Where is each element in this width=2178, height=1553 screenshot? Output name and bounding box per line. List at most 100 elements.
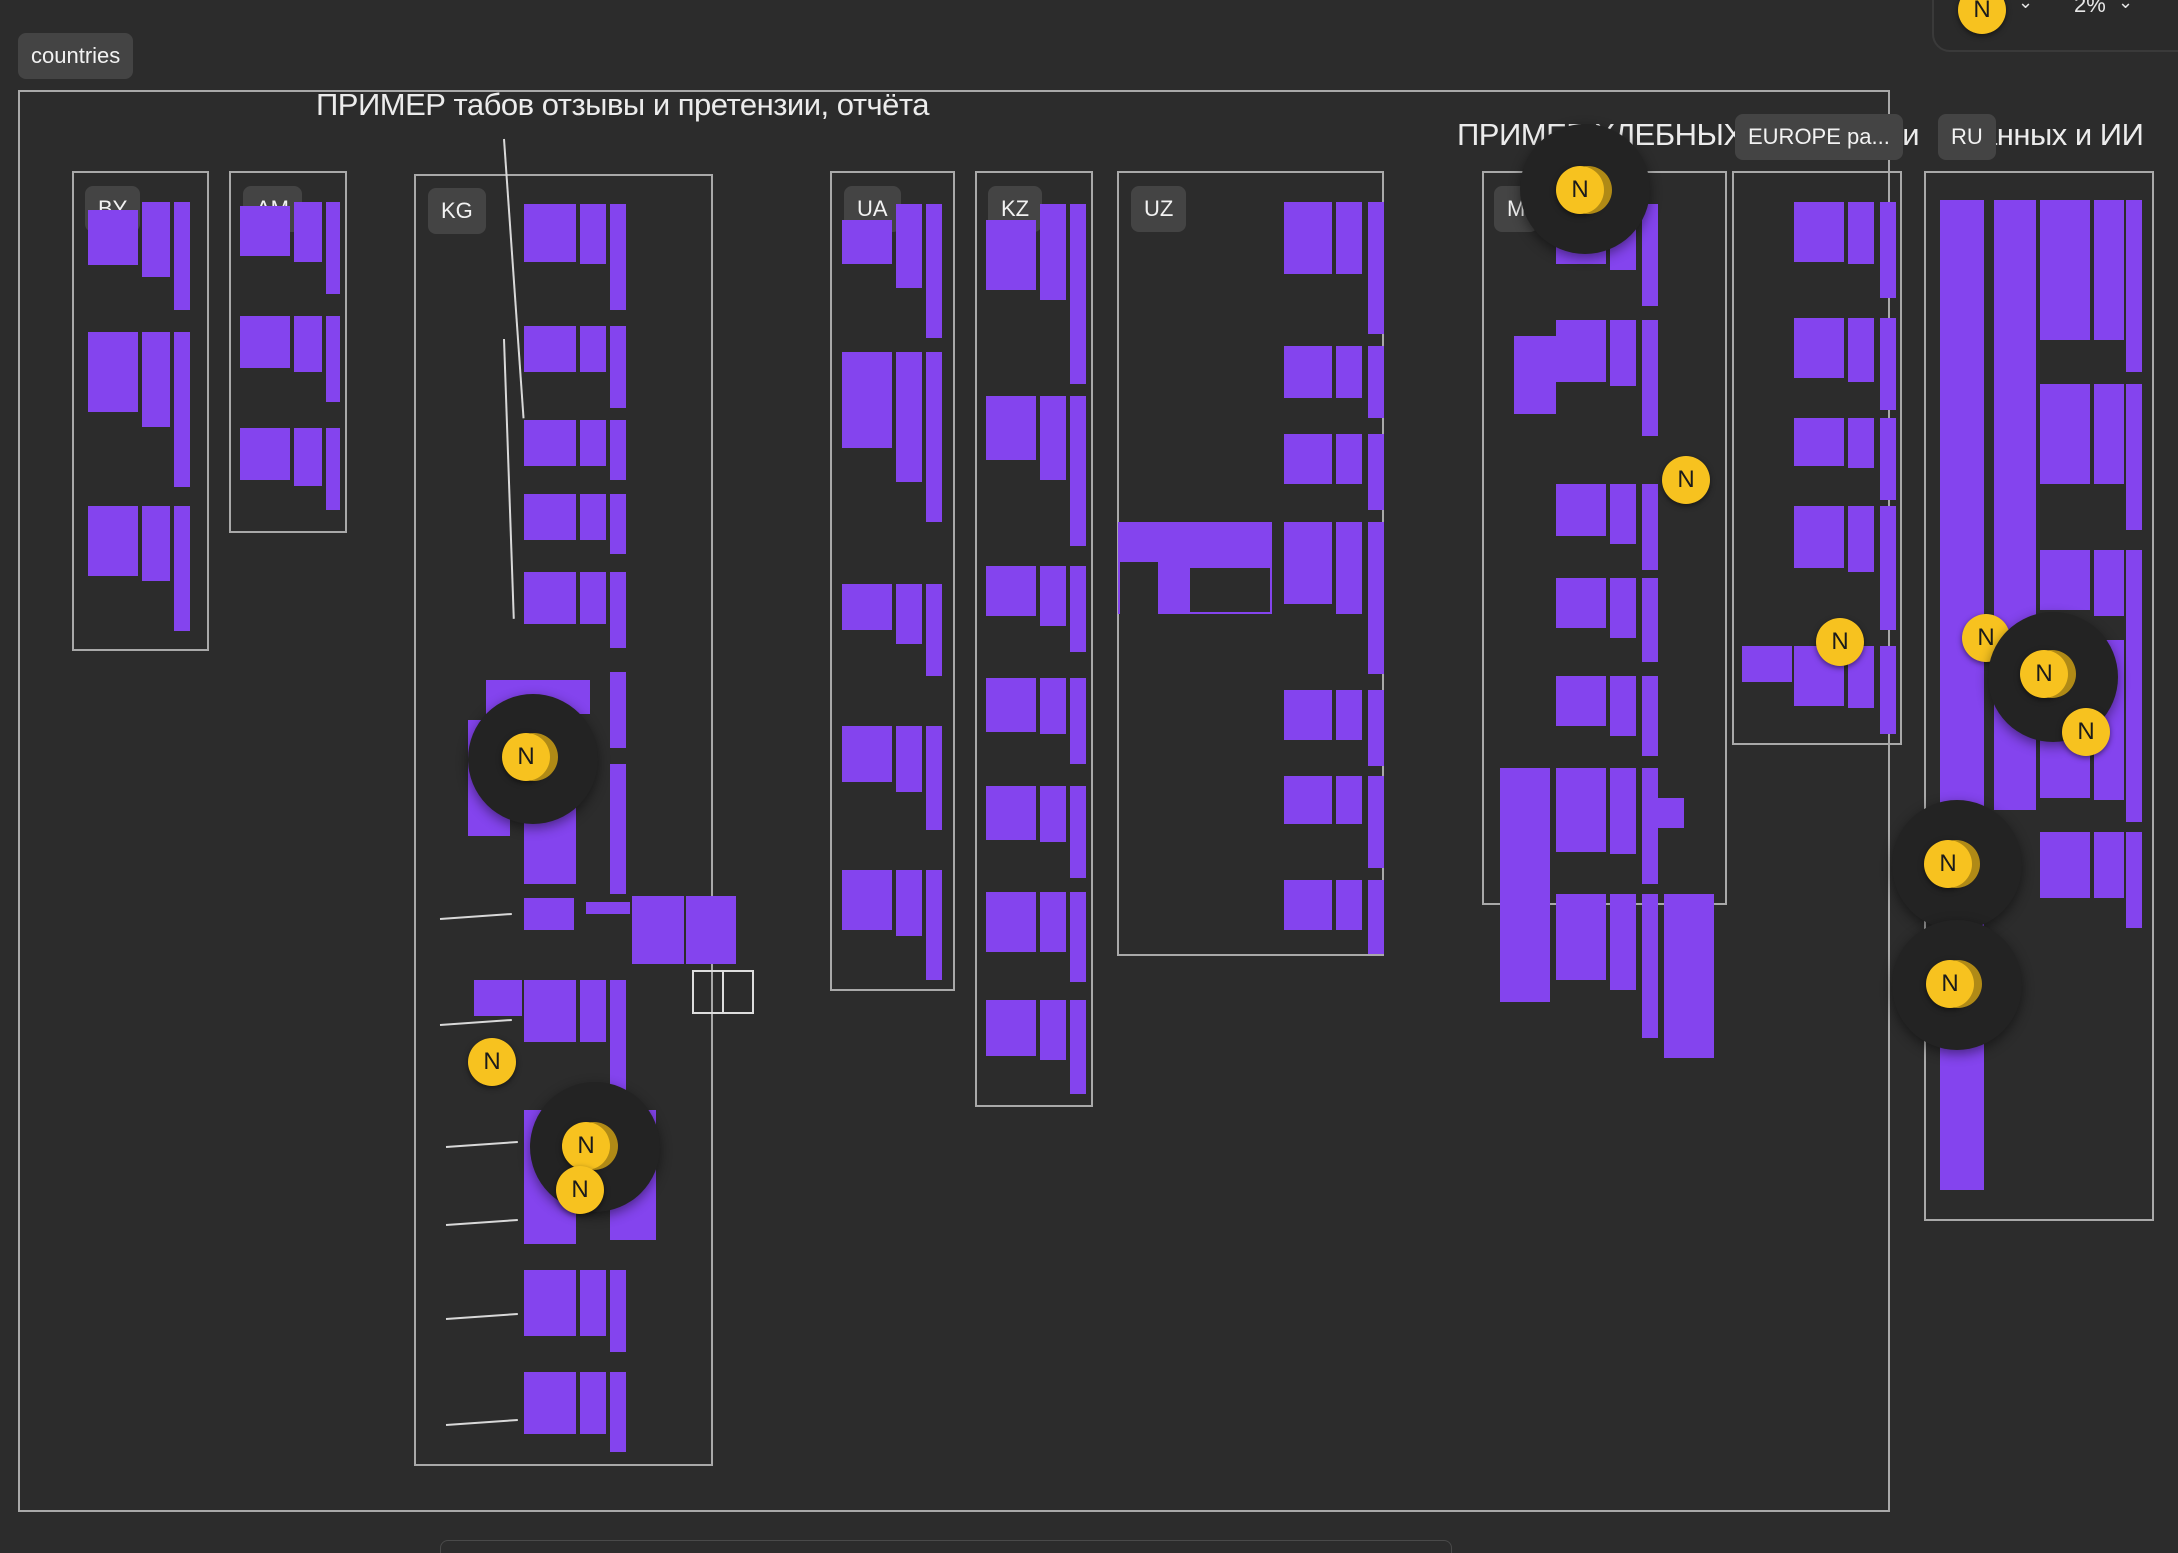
frame-thumbnail[interactable] <box>1848 506 1874 572</box>
frame-thumbnail[interactable] <box>610 764 626 894</box>
frame-thumbnail[interactable] <box>1556 578 1606 628</box>
frame-thumbnail[interactable] <box>142 506 170 581</box>
collaborator-avatar[interactable]: N <box>2020 650 2068 698</box>
frame-thumbnail[interactable] <box>524 494 576 540</box>
section-tag-uz[interactable]: UZ <box>1131 186 1187 232</box>
frame-thumbnail[interactable] <box>586 902 630 914</box>
frame-thumbnail[interactable] <box>1336 880 1362 930</box>
frame-thumbnail[interactable] <box>1284 690 1332 740</box>
collaborator-avatar[interactable]: N <box>502 733 550 781</box>
frame-thumbnail[interactable] <box>524 980 576 1042</box>
frame-thumbnail[interactable] <box>986 678 1036 732</box>
collaborator-avatar[interactable]: N <box>1556 166 1604 214</box>
frame-thumbnail[interactable] <box>610 204 626 310</box>
frame-thumbnail[interactable] <box>1664 894 1714 1058</box>
frame-thumbnail[interactable] <box>1368 346 1384 418</box>
frame-thumbnail[interactable] <box>524 1372 576 1434</box>
collaborator-avatar[interactable]: N <box>1662 456 1710 504</box>
frame-thumbnail[interactable] <box>240 428 290 480</box>
frame-thumbnail[interactable] <box>1880 202 1896 298</box>
frame-thumbnail[interactable] <box>842 870 892 930</box>
frame-thumbnail[interactable] <box>986 786 1036 840</box>
frame-thumbnail[interactable] <box>2126 384 2142 530</box>
frame-thumbnail[interactable] <box>294 202 322 262</box>
frame-thumbnail[interactable] <box>1368 690 1384 766</box>
frame-thumbnail[interactable] <box>1040 396 1066 480</box>
frame-thumbnail[interactable] <box>174 202 190 310</box>
frame-thumbnail[interactable] <box>580 204 606 264</box>
frame-thumbnail[interactable] <box>1556 320 1606 382</box>
frame-thumbnail[interactable] <box>1848 318 1874 382</box>
frame-thumbnail[interactable] <box>1794 318 1844 378</box>
frame-thumbnail[interactable] <box>1880 646 1896 734</box>
root-section-tag[interactable]: countries <box>18 33 134 79</box>
frame-thumbnail[interactable] <box>142 332 170 427</box>
frame-thumbnail[interactable] <box>1556 676 1606 726</box>
collaborator-avatar[interactable]: N <box>1926 960 1974 1008</box>
frame-thumbnail[interactable] <box>1336 690 1362 740</box>
frame-thumbnail[interactable] <box>632 896 684 964</box>
frame-thumbnail[interactable] <box>2126 832 2142 928</box>
frame-thumbnail[interactable] <box>986 566 1036 616</box>
frame-thumbnail[interactable] <box>326 428 340 510</box>
frame-thumbnail[interactable] <box>1040 566 1066 626</box>
frame-thumbnail[interactable] <box>2126 200 2142 372</box>
collaborator-avatar[interactable]: N <box>556 1166 604 1214</box>
frame-thumbnail[interactable] <box>1556 768 1606 852</box>
current-user-avatar[interactable]: N <box>1958 0 2006 34</box>
frame-thumbnail[interactable] <box>1556 894 1606 980</box>
frame-thumbnail[interactable] <box>524 898 574 930</box>
frame-thumbnail[interactable] <box>1368 434 1384 510</box>
frame-thumbnail[interactable] <box>2094 200 2124 340</box>
zoom-level[interactable]: 2% <box>2074 0 2106 18</box>
frame-thumbnail[interactable] <box>1336 346 1362 398</box>
frame-thumbnail[interactable] <box>2040 200 2090 340</box>
frame-thumbnail[interactable] <box>1284 346 1332 398</box>
frame-thumbnail[interactable] <box>2094 550 2124 616</box>
frame-thumbnail[interactable] <box>1284 202 1332 274</box>
frame-thumbnail[interactable] <box>610 420 626 480</box>
frame-thumbnail[interactable] <box>88 506 138 576</box>
frame-thumbnail[interactable] <box>142 202 170 277</box>
frame-thumbnail[interactable] <box>1514 336 1556 414</box>
frame-thumbnail[interactable] <box>1070 892 1086 982</box>
frame-thumbnail[interactable] <box>2040 550 2090 610</box>
frame-thumbnail[interactable] <box>580 572 606 624</box>
frame-thumbnail[interactable] <box>842 352 892 448</box>
frame-thumbnail[interactable] <box>294 428 322 486</box>
frame-thumbnail[interactable] <box>686 896 736 964</box>
frame-thumbnail[interactable] <box>1284 522 1332 604</box>
frame-thumbnail[interactable] <box>986 1000 1036 1056</box>
frame-thumbnail[interactable] <box>842 584 892 630</box>
collaborator-avatar[interactable]: N <box>562 1122 610 1170</box>
chevron-down-icon[interactable]: ⌄ <box>2018 0 2033 13</box>
frame-thumbnail[interactable] <box>1040 678 1066 734</box>
frame-thumbnail[interactable] <box>1880 418 1896 500</box>
frame-thumbnail[interactable] <box>580 420 606 466</box>
frame-thumbnail[interactable] <box>174 332 190 487</box>
frame-thumbnail[interactable] <box>1610 676 1636 736</box>
frame-thumbnail[interactable] <box>1070 678 1086 764</box>
frame-thumbnail[interactable] <box>986 892 1036 952</box>
frame-thumbnail[interactable] <box>926 204 942 338</box>
frame-thumbnail[interactable] <box>1848 202 1874 264</box>
frame-thumbnail[interactable] <box>1610 768 1636 854</box>
frame-thumbnail[interactable] <box>1500 768 1550 1002</box>
design-canvas[interactable]: countries ПРИМЕР табов отзывы и претензи… <box>0 0 2178 1553</box>
frame-outline[interactable] <box>692 970 724 1014</box>
frame-thumbnail[interactable] <box>896 870 922 936</box>
frame-thumbnail[interactable] <box>1658 798 1684 828</box>
collaborator-avatar[interactable]: N <box>1924 840 1972 888</box>
frame-thumbnail[interactable] <box>1368 522 1384 674</box>
frame-thumbnail[interactable] <box>88 210 138 265</box>
frame-thumbnail[interactable] <box>1336 776 1362 824</box>
frame-thumbnail[interactable] <box>1642 320 1658 436</box>
frame-thumbnail[interactable] <box>580 494 606 540</box>
frame-thumbnail[interactable] <box>1794 506 1844 568</box>
frame-thumbnail[interactable] <box>524 572 576 624</box>
frame-thumbnail[interactable] <box>1040 892 1066 952</box>
frame-thumbnail[interactable] <box>2040 832 2090 898</box>
frame-thumbnail[interactable] <box>1642 676 1658 756</box>
frame-thumbnail[interactable] <box>580 326 606 372</box>
frame-thumbnail[interactable] <box>926 870 942 980</box>
